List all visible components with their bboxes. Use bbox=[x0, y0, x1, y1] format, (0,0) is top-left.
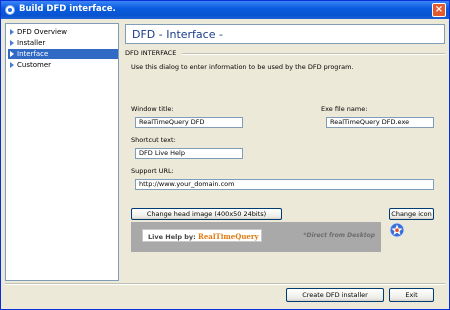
title-bar[interactable]: Build DFD interface. × bbox=[1, 1, 449, 19]
tree-item-label: Customer bbox=[17, 61, 52, 69]
tree-item-interface[interactable]: Interface bbox=[8, 49, 118, 59]
tree-item-dfd-overview[interactable]: DFD Overview bbox=[8, 27, 70, 37]
shortcut-text-field[interactable]: DFD Live Help bbox=[135, 148, 243, 159]
window-title-field[interactable]: RealTimeQuery DFD bbox=[135, 117, 243, 128]
tree-item-installer[interactable]: Installer bbox=[8, 38, 48, 48]
banner-note: *Direct from Desktop bbox=[303, 232, 375, 239]
close-button[interactable]: × bbox=[432, 3, 446, 17]
tree-item-label: Installer bbox=[17, 39, 46, 47]
create-installer-button[interactable]: Create DFD installer bbox=[286, 288, 384, 302]
section-label: DFD INTERFACE bbox=[125, 49, 177, 57]
section-divider bbox=[182, 53, 445, 55]
window-title-label: Window title: bbox=[131, 105, 174, 113]
arrow-right-icon bbox=[10, 62, 14, 68]
close-icon: × bbox=[434, 4, 444, 15]
change-head-image-button[interactable]: Change head image (400x50 24bits) bbox=[131, 208, 282, 220]
tree-item-label: DFD Overview bbox=[17, 28, 67, 36]
page-title: DFD - Interface - bbox=[132, 28, 223, 41]
head-image-preview: Live Help by: RealTimeQuery *Direct from… bbox=[131, 222, 381, 252]
support-url-field[interactable]: http://www.your_domain.com bbox=[135, 179, 434, 190]
support-url-label: Support URL: bbox=[131, 167, 174, 175]
window-title: Build DFD interface. bbox=[19, 4, 116, 14]
exe-file-name-field[interactable]: RealTimeQuery DFD.exe bbox=[326, 117, 434, 128]
app-icon bbox=[5, 5, 15, 15]
live-help-logo: Live Help by: RealTimeQuery bbox=[142, 229, 262, 242]
tree-item-label: Interface bbox=[17, 50, 49, 58]
footer-divider bbox=[5, 283, 445, 285]
exit-button[interactable]: Exit bbox=[389, 288, 434, 302]
page-header: DFD - Interface - bbox=[125, 24, 445, 44]
navigation-tree: DFD Overview Installer Interface Custome… bbox=[5, 23, 119, 281]
brand-text: RealTimeQuery bbox=[198, 232, 259, 241]
live-help-text: Live Help by: bbox=[148, 233, 196, 241]
section-description: Use this dialog to enter information to … bbox=[131, 63, 354, 71]
change-icon-button[interactable]: Change icon bbox=[389, 208, 434, 220]
dialog-window: Build DFD interface. × DFD Overview Inst… bbox=[0, 0, 450, 310]
app-preview-icon bbox=[389, 222, 405, 238]
shortcut-text-label: Shortcut text: bbox=[131, 136, 176, 144]
exe-file-name-label: Exe file name: bbox=[321, 105, 368, 113]
arrow-right-icon bbox=[10, 40, 14, 46]
arrow-right-icon bbox=[10, 51, 14, 57]
arrow-right-icon bbox=[10, 29, 14, 35]
tree-item-customer[interactable]: Customer bbox=[8, 60, 54, 70]
